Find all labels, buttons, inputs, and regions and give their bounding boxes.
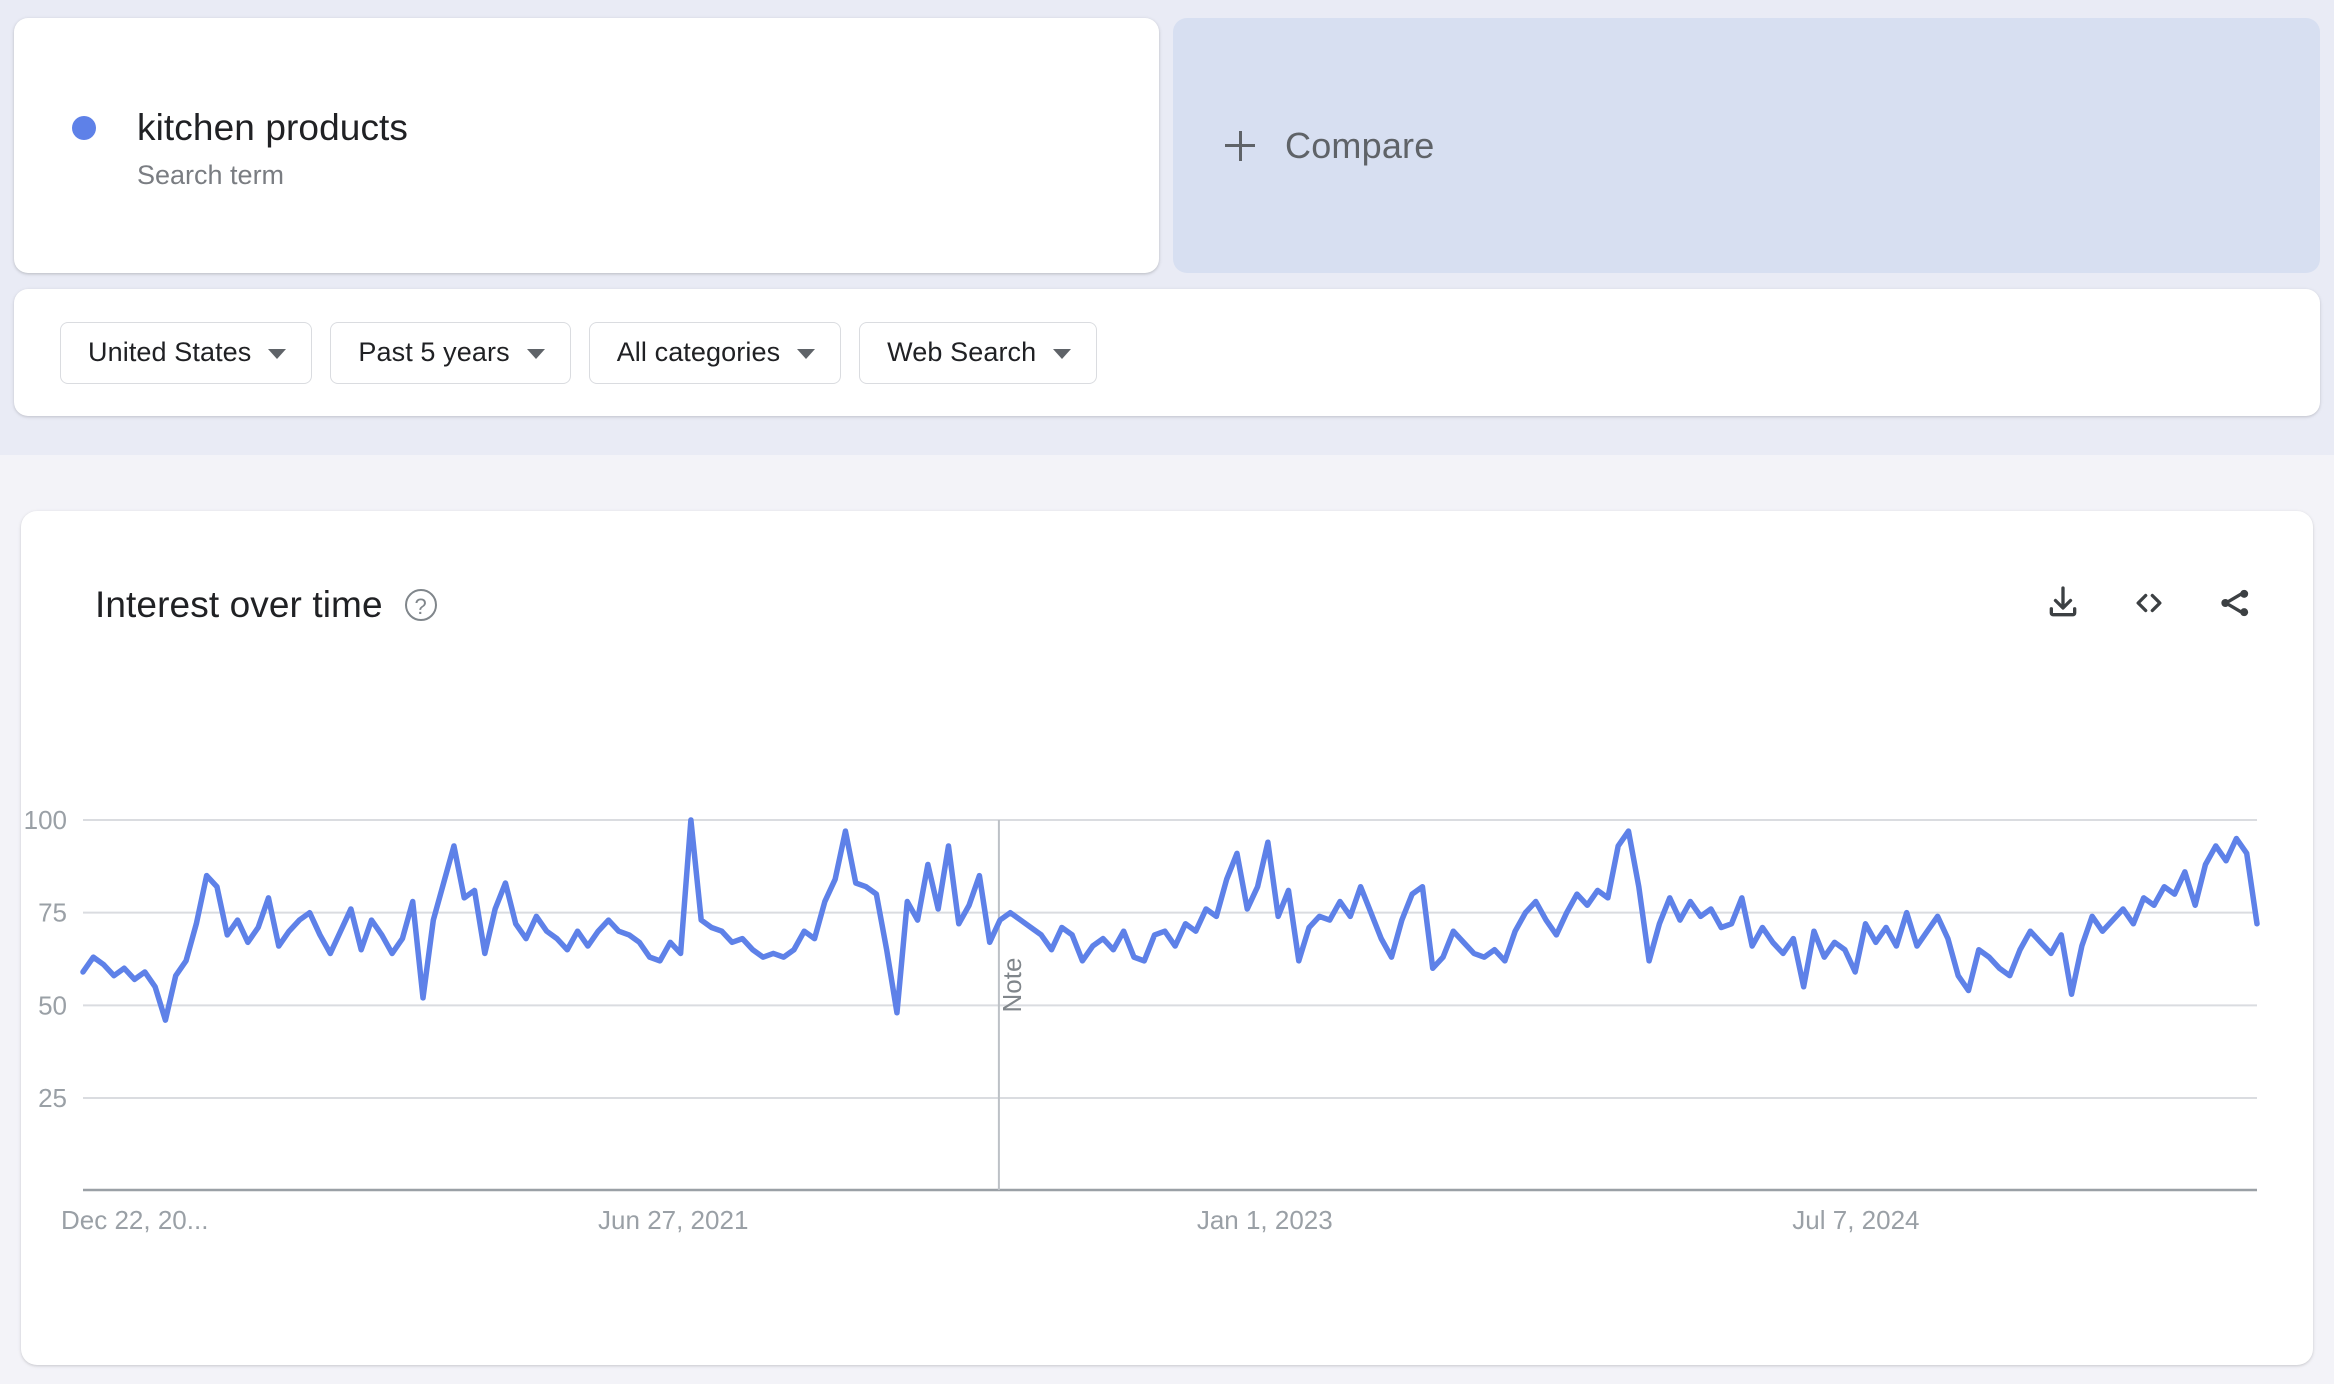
chevron-down-icon [1053, 348, 1072, 359]
chart-svg: 100 75 50 25 Dec 22, 20... Jun 27, 2021 Jan 1,… [24, 805, 2260, 1235]
filter-chip-category-label: All categories [616, 337, 781, 367]
filter-chip-search-type[interactable]: Web Search [859, 321, 1098, 384]
x-axis-tick-label: Dec 22, 20... [61, 1205, 208, 1235]
interest-over-time-chart[interactable]: 100 75 50 25 Dec 22, 20... Jun 27, 2021 Jan 1,… [21, 511, 2313, 1365]
search-term-type: Search term [137, 160, 285, 190]
search-term-label: kitchen products [137, 107, 409, 148]
filter-chip-search-type-label: Web Search [887, 337, 1037, 367]
compare-content: Compare [1225, 125, 1434, 167]
search-term-card[interactable]: kitchen products Search term [14, 18, 1159, 273]
note-annotation-label[interactable]: Note [997, 958, 1027, 1013]
y-axis-tick-label: 25 [38, 1083, 67, 1113]
search-term-row: kitchen products Search term Compare [14, 18, 2320, 273]
filter-bar: United States Past 5 years All categorie… [14, 289, 2320, 416]
search-term-content: kitchen products Search term [72, 105, 408, 192]
chart-series-line[interactable] [80, 817, 2260, 1023]
chevron-down-icon [268, 348, 287, 359]
compare-label: Compare [1285, 124, 1435, 166]
filter-chip-time-range[interactable]: Past 5 years [330, 321, 571, 384]
x-axis-tick-label: Jun 27, 2021 [598, 1205, 748, 1235]
x-axis-tick-label: Jan 1, 2023 [1197, 1205, 1333, 1235]
filter-chip-category[interactable]: All categories [588, 321, 842, 384]
y-axis-tick-label: 50 [38, 990, 67, 1020]
chevron-down-icon [526, 348, 545, 359]
x-axis-tick-label: Jul 7, 2024 [1792, 1205, 1919, 1235]
filter-chip-location[interactable]: United States [60, 321, 313, 384]
series-color-dot [72, 116, 96, 140]
filter-chip-location-label: United States [88, 337, 252, 367]
chevron-down-icon [797, 348, 816, 359]
filter-chip-time-range-label: Past 5 years [358, 337, 510, 367]
y-axis-tick-label: 100 [24, 805, 67, 835]
y-axis-tick-label: 75 [38, 898, 67, 928]
plus-icon [1225, 130, 1255, 161]
compare-button[interactable]: Compare [1173, 18, 2320, 273]
search-term-texts: kitchen products Search term [137, 105, 408, 192]
interest-over-time-card: Interest over time ? 100 75 50 25 Dec 22… [21, 511, 2313, 1365]
